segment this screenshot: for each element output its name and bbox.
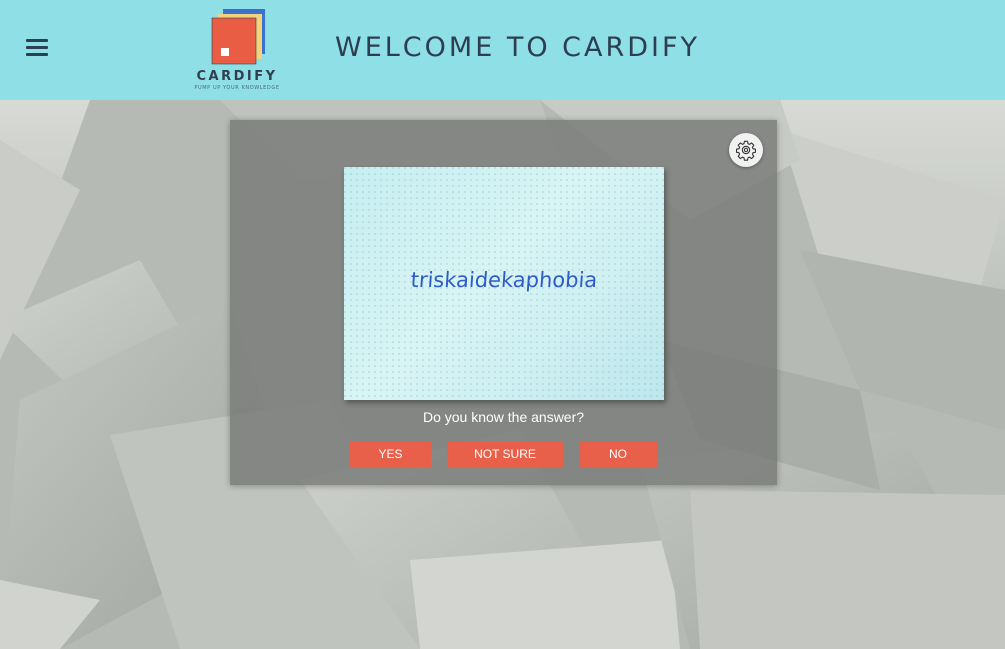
menu-bar	[26, 46, 48, 49]
quiz-panel: triskaidekaphobia Do you know the answer…	[230, 120, 777, 485]
menu-bar	[26, 53, 48, 56]
logo-tagline: PUMP UP YOUR KNOWLEDGE	[194, 85, 280, 91]
not-sure-button[interactable]: NOT SURE	[447, 442, 563, 467]
gear-icon	[736, 140, 756, 161]
logo-name: CARDIFY	[196, 69, 278, 84]
page-title: WELCOME TO CARDIFY	[335, 32, 701, 63]
site-header: CARDIFY PUMP UP YOUR KNOWLEDGE WELCOME T…	[0, 0, 1005, 100]
stacked-cards-icon	[211, 9, 265, 65]
settings-button[interactable]	[729, 133, 763, 167]
answer-question: Do you know the answer?	[422, 409, 585, 425]
flashcard-word: triskaidekaphobia	[409, 268, 599, 292]
logo[interactable]: CARDIFY PUMP UP YOUR KNOWLEDGE	[186, 6, 288, 94]
page: CARDIFY PUMP UP YOUR KNOWLEDGE WELCOME T…	[0, 0, 1005, 649]
yes-button[interactable]: YES	[350, 442, 431, 467]
flashcard[interactable]: triskaidekaphobia	[344, 167, 664, 400]
no-button[interactable]: NO	[579, 442, 657, 467]
hamburger-menu-icon[interactable]	[26, 38, 48, 56]
menu-bar	[26, 39, 48, 42]
